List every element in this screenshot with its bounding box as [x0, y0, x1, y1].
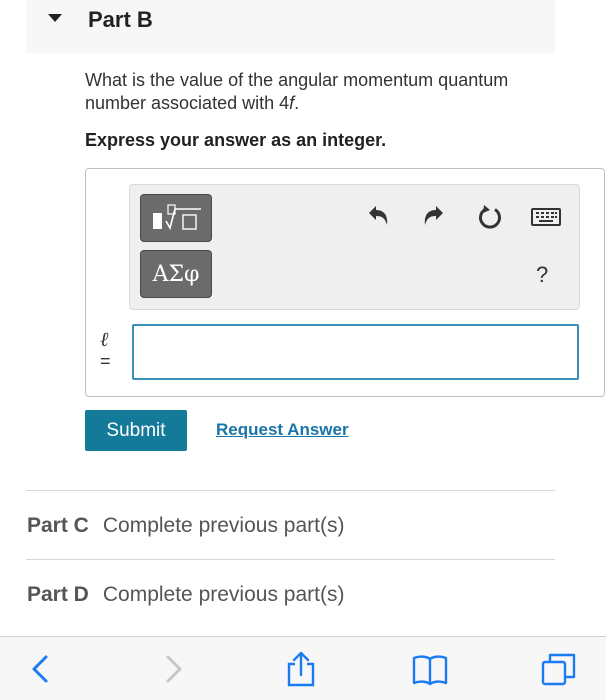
redo-icon[interactable] [420, 203, 448, 231]
help-button[interactable]: ? [536, 262, 548, 288]
bookmarks-icon[interactable] [410, 651, 450, 687]
reset-icon[interactable] [476, 203, 504, 231]
templates-button[interactable] [140, 194, 212, 242]
greek-symbols-button[interactable]: ΑΣφ [140, 250, 212, 298]
divider [26, 559, 555, 560]
question-suffix: . [294, 93, 300, 113]
variable-equals: = [100, 351, 111, 371]
templates-icon [153, 204, 201, 231]
divider [26, 490, 555, 491]
collapse-caret-icon[interactable] [48, 14, 62, 22]
answer-input[interactable] [132, 324, 579, 380]
forward-icon[interactable] [152, 651, 192, 687]
part-c-row[interactable]: Part C Complete previous part(s) [27, 514, 344, 538]
part-d-row[interactable]: Part D Complete previous part(s) [27, 583, 344, 607]
tabs-icon[interactable] [539, 651, 579, 687]
undo-icon[interactable] [364, 203, 392, 231]
back-icon[interactable] [22, 651, 62, 687]
part-b-title: Part B [88, 7, 153, 32]
part-c-status: Complete previous part(s) [102, 514, 345, 537]
variable-symbol: ℓ [100, 327, 109, 351]
keyboard-icon[interactable] [530, 203, 562, 231]
part-d-name: Part D [27, 583, 89, 606]
share-icon[interactable] [281, 651, 321, 687]
part-c-name: Part C [27, 514, 89, 537]
question-text: What is the value of the angular momentu… [85, 69, 555, 115]
answer-instruction: Express your answer as an integer. [85, 130, 387, 150]
request-answer-link[interactable]: Request Answer [216, 420, 349, 440]
part-d-status: Complete previous part(s) [102, 583, 345, 606]
submit-button[interactable]: Submit [85, 410, 187, 451]
